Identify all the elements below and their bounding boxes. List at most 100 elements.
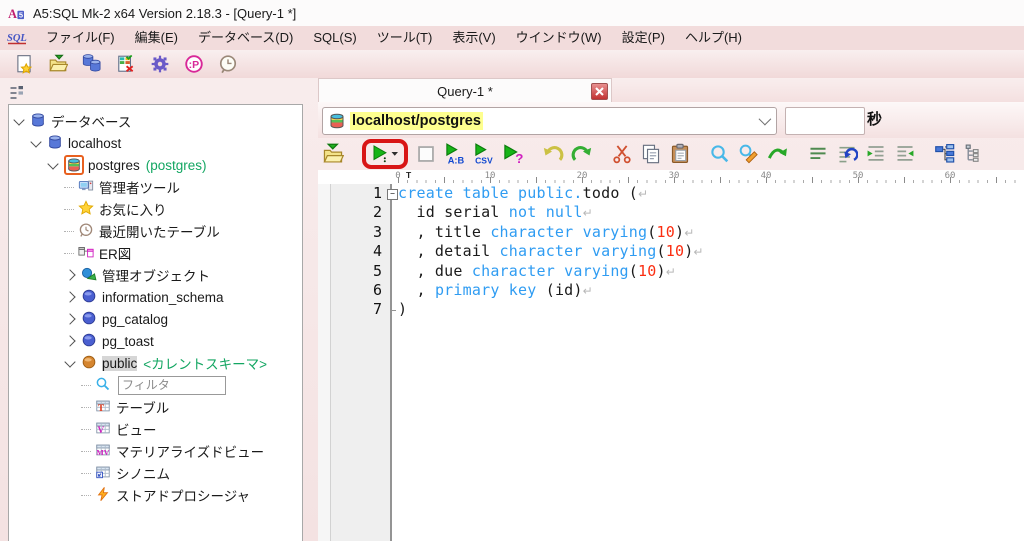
database-color-icon <box>328 112 346 130</box>
code-text[interactable]: create table public.todo (↵ id serial no… <box>318 184 1024 320</box>
run-csv-button[interactable]: CSV <box>473 143 495 165</box>
table-icon: T <box>95 398 111 414</box>
code-line-1[interactable]: create table public.todo (↵ <box>318 184 1024 203</box>
tree-item-information_schema[interactable]: information_schema <box>9 286 302 308</box>
run-explain-button[interactable]: ? <box>502 143 524 165</box>
tree-item-ER図[interactable]: ER図 <box>9 242 302 264</box>
timer-unit-label: 秒 <box>867 111 883 128</box>
menu-item-9[interactable]: ヘルプ(H) <box>675 26 752 50</box>
title-bar: A5 A5:SQL Mk-2 x64 Version 2.18.3 - [Que… <box>0 0 1024 26</box>
fold-marker-icon[interactable]: − <box>387 189 398 200</box>
databases-button[interactable] <box>82 54 102 74</box>
run-explain-icon: ? <box>502 143 524 165</box>
window-title: A5:SQL Mk-2 x64 Version 2.18.3 - [Query-… <box>33 5 297 21</box>
chevron-right-icon[interactable] <box>64 335 76 347</box>
database-blue-icon <box>47 134 63 150</box>
tree-item-label: pg_catalog <box>102 311 169 327</box>
menu-item-7[interactable]: ウインドウ(W) <box>506 26 612 50</box>
tree-item-管理オブジェクト[interactable]: 管理オブジェクト <box>9 264 302 286</box>
menu-items: ファイル(F) 編集(E) データベース(D) SQL(S) ツール(T) 表示(V) ウイ… <box>36 26 752 50</box>
sql-code-area[interactable]: 1234567 create table public.todo (↵ id s… <box>318 184 1024 541</box>
code-line-3[interactable]: , title character varying(10)↵ <box>318 223 1024 242</box>
open-file-button[interactable] <box>48 54 68 74</box>
format-sql-button[interactable] <box>836 143 858 165</box>
replace-button[interactable] <box>738 143 760 165</box>
tab-bar: Query-1 * <box>318 78 1024 103</box>
code-line-4[interactable]: , detail character varying(10)↵ <box>318 242 1024 261</box>
code-line-7[interactable]: ) <box>318 300 1024 319</box>
database-manage-button[interactable] <box>116 54 136 74</box>
cut-button[interactable] <box>611 143 633 165</box>
history-button[interactable] <box>218 54 238 74</box>
settings-button[interactable] <box>150 54 170 74</box>
tree-item-データベース[interactable]: データベース <box>9 110 302 132</box>
chevron-right-icon[interactable] <box>64 269 76 281</box>
connection-bar: localhost/postgres 秒 <box>318 102 1024 138</box>
ruler-number: 20 <box>576 171 588 181</box>
tree-item-管理者ツール[interactable]: 管理者ツール <box>9 176 302 198</box>
tree-item-label: テーブル <box>116 401 170 416</box>
tree-item-pg_catalog[interactable]: pg_catalog <box>9 308 302 330</box>
menu-item-2[interactable]: 編集(E) <box>125 26 188 50</box>
run-ab-button[interactable]: A:B <box>444 143 466 165</box>
tree-filter-input[interactable] <box>118 375 226 395</box>
outline-view-button[interactable] <box>963 143 985 165</box>
tree-item-マテリアライズドビュー[interactable]: MV マテリアライズドビュー <box>9 440 302 462</box>
tree-item-label: information_schema <box>102 289 224 305</box>
chevron-down-icon[interactable] <box>47 157 59 170</box>
chevron-right-icon[interactable] <box>64 313 76 325</box>
stop-query-button[interactable] <box>415 143 437 165</box>
tree-item-label: ストアドプロシージャ <box>116 489 251 504</box>
outdent-button[interactable] <box>894 143 916 165</box>
menu-item-5[interactable]: ツール(T) <box>367 26 443 50</box>
code-line-5[interactable]: , due character varying(10)↵ <box>318 262 1024 281</box>
tree-item-テーブル[interactable]: T テーブル <box>9 396 302 418</box>
tree-item-postgres[interactable]: postgres (postgres) <box>9 154 302 176</box>
new-document-button[interactable] <box>14 54 34 74</box>
tree-options-icon[interactable] <box>8 84 26 102</box>
menu-item-1[interactable]: ファイル(F) <box>36 26 125 50</box>
structure-view-button[interactable] <box>934 143 956 165</box>
sql-logo-icon[interactable]: SQL <box>6 30 30 46</box>
run-icon <box>371 144 399 164</box>
tree-item-localhost[interactable]: localhost <box>9 132 302 154</box>
procedure-button[interactable]: :P <box>184 54 204 74</box>
code-line-6[interactable]: , primary key (id)↵ <box>318 281 1024 300</box>
redo-button[interactable] <box>571 143 593 165</box>
code-line-2[interactable]: id serial not null↵ <box>318 203 1024 222</box>
run-query-button-annotated[interactable] <box>362 139 408 169</box>
tree-item-suffix: <カレントスキーマ> <box>143 357 268 372</box>
copy-button[interactable] <box>640 143 662 165</box>
chevron-down-icon[interactable] <box>30 135 42 148</box>
indent-button[interactable] <box>865 143 887 165</box>
tree-item-お気に入り[interactable]: お気に入り <box>9 198 302 220</box>
open-sql-file-button[interactable] <box>322 143 344 165</box>
menu-item-3[interactable]: データベース(D) <box>188 26 303 50</box>
tree-item-pg_toast[interactable]: pg_toast <box>9 330 302 352</box>
paste-button[interactable] <box>669 143 691 165</box>
resume-search-button[interactable] <box>767 143 789 165</box>
tree-item-public[interactable]: public <カレントスキーマ> <box>9 352 302 374</box>
menu-item-4[interactable]: SQL(S) <box>303 26 366 50</box>
code-segment: , <box>398 280 435 299</box>
timer-field[interactable] <box>785 107 865 135</box>
chevron-down-icon[interactable] <box>64 355 76 368</box>
column-ruler: T 0 10 20 30 40 50 60 <box>318 170 1024 184</box>
tree-item-ビュー[interactable]: V ビュー <box>9 418 302 440</box>
clock-icon <box>78 222 94 238</box>
tree-item-シノニム[interactable]: シノニム <box>9 462 302 484</box>
tab-query-1[interactable]: Query-1 * <box>318 78 612 103</box>
chevron-down-icon[interactable] <box>13 113 25 126</box>
chevron-right-icon[interactable] <box>64 291 76 303</box>
code-segment: ) <box>398 300 408 319</box>
undo-button[interactable] <box>542 143 564 165</box>
find-button[interactable] <box>709 143 731 165</box>
tree-item-最近開いたテーブル[interactable]: 最近開いたテーブル <box>9 220 302 242</box>
menu-item-8[interactable]: 設定(P) <box>612 26 675 50</box>
format-lines-button[interactable] <box>807 143 829 165</box>
close-icon[interactable] <box>591 83 608 100</box>
chevron-down-icon[interactable] <box>758 112 772 126</box>
tree-item-ストアドプロシージャ[interactable]: ストアドプロシージャ <box>9 484 302 506</box>
menu-item-6[interactable]: 表示(V) <box>442 26 505 50</box>
connection-combobox[interactable]: localhost/postgres <box>322 107 777 135</box>
